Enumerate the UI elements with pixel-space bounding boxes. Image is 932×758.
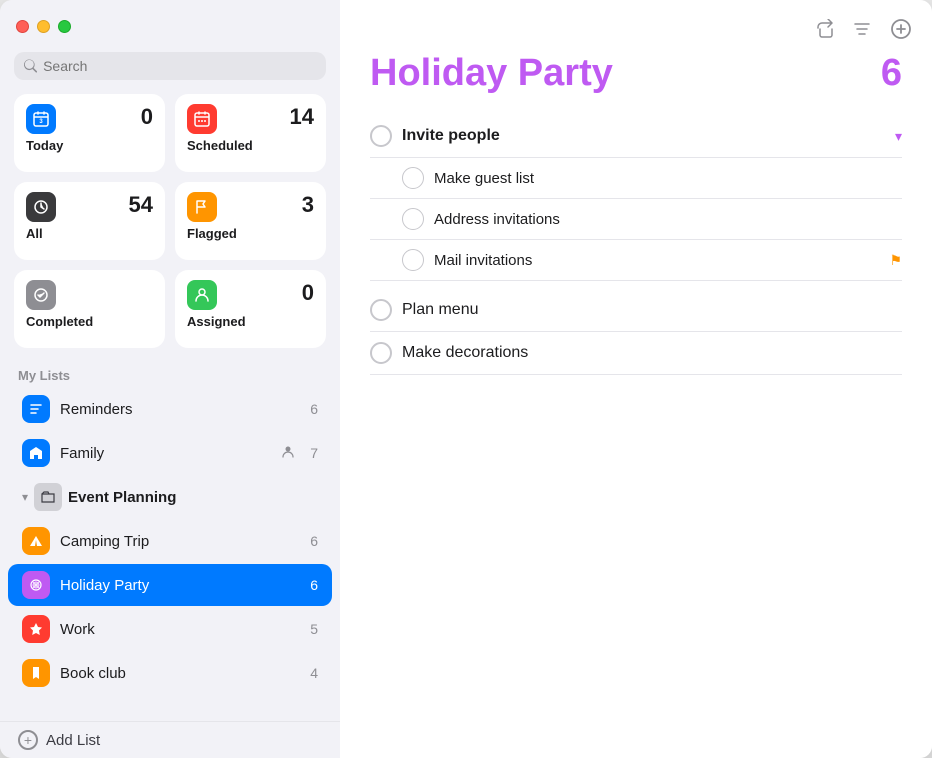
smart-card-completed[interactable]: Completed bbox=[14, 270, 165, 348]
today-icon: 3 bbox=[26, 104, 56, 134]
smart-card-flagged[interactable]: 3 Flagged bbox=[175, 182, 326, 260]
reminders-name: Reminders bbox=[60, 401, 300, 418]
camping-trip-count: 6 bbox=[310, 533, 318, 549]
invite-people-collapse-icon[interactable]: ▾ bbox=[895, 128, 902, 145]
completed-label: Completed bbox=[26, 314, 153, 329]
assigned-icon bbox=[187, 280, 217, 310]
list-total-count: 6 bbox=[881, 52, 902, 95]
group-folder-icon bbox=[34, 483, 62, 511]
sidebar-item-family[interactable]: Family 7 bbox=[8, 432, 332, 474]
today-count: 0 bbox=[141, 104, 153, 130]
flagged-count: 3 bbox=[302, 192, 314, 218]
flagged-icon bbox=[187, 192, 217, 222]
make-guest-list-name: Make guest list bbox=[434, 170, 902, 187]
sort-button[interactable] bbox=[852, 19, 872, 39]
minimize-button[interactable] bbox=[37, 20, 50, 33]
smart-card-assigned[interactable]: 0 Assigned bbox=[175, 270, 326, 348]
all-count: 54 bbox=[129, 192, 153, 218]
event-planning-label: Event Planning bbox=[68, 489, 176, 506]
smart-card-scheduled[interactable]: 14 Scheduled bbox=[175, 94, 326, 172]
titlebar bbox=[0, 0, 340, 52]
my-lists-label: My Lists bbox=[0, 362, 340, 387]
address-invitations-name: Address invitations bbox=[434, 211, 902, 228]
family-shared-icon bbox=[280, 444, 296, 463]
scheduled-count: 14 bbox=[290, 104, 314, 130]
fullscreen-button[interactable] bbox=[58, 20, 71, 33]
book-club-name: Book club bbox=[60, 665, 300, 682]
list-title: Holiday Party bbox=[370, 52, 613, 95]
task-row-make-decorations[interactable]: Make decorations bbox=[370, 332, 902, 375]
all-icon bbox=[26, 192, 56, 222]
scheduled-label: Scheduled bbox=[187, 138, 314, 153]
add-list-button[interactable]: + Add List bbox=[0, 721, 340, 758]
make-guest-list-checkbox[interactable] bbox=[402, 167, 424, 189]
camping-trip-name: Camping Trip bbox=[60, 533, 300, 550]
close-button[interactable] bbox=[16, 20, 29, 33]
sidebar: 3 0 Today bbox=[0, 0, 340, 758]
all-label: All bbox=[26, 226, 153, 241]
plan-menu-checkbox[interactable] bbox=[370, 299, 392, 321]
make-decorations-checkbox[interactable] bbox=[370, 342, 392, 364]
reminders-count: 6 bbox=[310, 401, 318, 417]
search-icon bbox=[24, 59, 37, 73]
invite-people-checkbox[interactable] bbox=[370, 125, 392, 147]
flagged-label: Flagged bbox=[187, 226, 314, 241]
sidebar-item-holiday-party[interactable]: Holiday Party 6 bbox=[8, 564, 332, 606]
subtask-address-invitations[interactable]: Address invitations bbox=[370, 199, 902, 240]
search-input[interactable] bbox=[43, 58, 316, 74]
holiday-party-count: 6 bbox=[310, 577, 318, 593]
completed-icon bbox=[26, 280, 56, 310]
book-club-icon bbox=[22, 659, 50, 687]
subtask-mail-invitations[interactable]: Mail invitations ⚑ bbox=[370, 240, 902, 281]
list-title-row: Holiday Party 6 bbox=[370, 52, 902, 95]
task-group-invite-people-header[interactable]: Invite people ▾ bbox=[370, 115, 902, 158]
add-list-icon: + bbox=[18, 730, 38, 750]
smart-lists-grid: 3 0 Today bbox=[0, 94, 340, 362]
subtask-make-guest-list[interactable]: Make guest list bbox=[370, 158, 902, 199]
holiday-party-name: Holiday Party bbox=[60, 577, 300, 594]
family-name: Family bbox=[60, 445, 270, 462]
family-icon bbox=[22, 439, 50, 467]
work-icon bbox=[22, 615, 50, 643]
share-button[interactable] bbox=[814, 19, 834, 39]
sidebar-item-work[interactable]: Work 5 bbox=[8, 608, 332, 650]
mail-invitations-flag-icon: ⚑ bbox=[889, 252, 902, 269]
invite-people-name: Invite people bbox=[402, 127, 885, 145]
mail-invitations-name: Mail invitations bbox=[434, 252, 879, 269]
sidebar-item-camping-trip[interactable]: Camping Trip 6 bbox=[8, 520, 332, 562]
sidebar-item-reminders[interactable]: Reminders 6 bbox=[8, 388, 332, 430]
add-task-button[interactable] bbox=[890, 18, 912, 40]
svg-text:3: 3 bbox=[39, 119, 43, 125]
make-decorations-name: Make decorations bbox=[402, 344, 902, 362]
address-invitations-checkbox[interactable] bbox=[402, 208, 424, 230]
plan-menu-name: Plan menu bbox=[402, 301, 902, 319]
app-window: 3 0 Today bbox=[0, 0, 932, 758]
main-scroll-area: Holiday Party 6 Invite people ▾ Make gue… bbox=[340, 52, 932, 758]
work-count: 5 bbox=[310, 621, 318, 637]
reminders-icon bbox=[22, 395, 50, 423]
holiday-party-icon bbox=[22, 571, 50, 599]
main-content: Holiday Party 6 Invite people ▾ Make gue… bbox=[340, 0, 932, 758]
main-toolbar bbox=[340, 0, 932, 52]
search-bar[interactable] bbox=[14, 52, 326, 80]
event-planning-group-header[interactable]: ▾ Event Planning bbox=[8, 476, 332, 518]
work-name: Work bbox=[60, 621, 300, 638]
sidebar-item-book-club[interactable]: Book club 4 bbox=[8, 652, 332, 694]
scheduled-icon bbox=[187, 104, 217, 134]
task-row-plan-menu[interactable]: Plan menu bbox=[370, 289, 902, 332]
smart-card-today[interactable]: 3 0 Today bbox=[14, 94, 165, 172]
mail-invitations-checkbox[interactable] bbox=[402, 249, 424, 271]
add-list-label: Add List bbox=[46, 732, 100, 749]
book-club-count: 4 bbox=[310, 665, 318, 681]
task-group-invite-people: Invite people ▾ Make guest list Address … bbox=[370, 115, 902, 281]
group-chevron-icon: ▾ bbox=[22, 490, 28, 504]
family-count: 7 bbox=[310, 445, 318, 461]
camping-trip-icon bbox=[22, 527, 50, 555]
today-label: Today bbox=[26, 138, 153, 153]
smart-card-all[interactable]: 54 All bbox=[14, 182, 165, 260]
assigned-count: 0 bbox=[302, 280, 314, 306]
assigned-label: Assigned bbox=[187, 314, 314, 329]
